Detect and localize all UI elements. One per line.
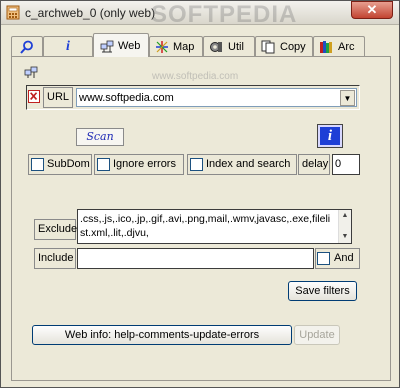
tab-copy[interactable]: Copy — [255, 36, 313, 56]
tab-map[interactable]: Map — [149, 36, 203, 56]
and-label: And — [334, 252, 354, 264]
tab-copy-label: Copy — [280, 41, 306, 53]
app-window: c_archweb_0 (only web) SOFTPEDIA ✕ i Web — [0, 0, 400, 388]
search-icon — [20, 40, 33, 54]
panel-watermark: www.softpedia.com — [152, 71, 239, 82]
clear-url-icon[interactable] — [28, 90, 40, 103]
save-filters-button[interactable]: Save filters — [288, 281, 357, 301]
delay-label: delay — [298, 154, 330, 175]
scroll-up-icon[interactable]: ▲ — [339, 210, 351, 222]
delay-value: 0 — [335, 158, 342, 170]
info-button[interactable]: i — [317, 124, 343, 148]
util-icon — [210, 42, 222, 52]
tab-util[interactable]: Util — [203, 36, 255, 56]
close-button[interactable]: ✕ — [351, 1, 393, 19]
tab-web-label: Web — [118, 40, 141, 52]
subdom-checkbox[interactable] — [31, 158, 44, 171]
update-button[interactable]: Update — [294, 325, 340, 345]
title-bar[interactable]: c_archweb_0 (only web) SOFTPEDIA ✕ — [1, 1, 399, 28]
archive-books-icon — [320, 41, 332, 53]
info-icon: i — [327, 128, 333, 144]
subdom-label: SubDom — [47, 158, 90, 170]
exclude-value: .css,.js,.ico,.jp,.gif,.avi,.png,mail,.w… — [80, 213, 331, 239]
map-icon — [156, 41, 168, 53]
include-label: Include — [34, 248, 76, 269]
url-label: URL — [43, 87, 73, 108]
index-search-option[interactable]: Index and search — [187, 154, 297, 175]
index-search-checkbox[interactable] — [190, 158, 203, 171]
scan-button[interactable]: Scan — [76, 128, 124, 146]
exclude-label: Exclude — [34, 219, 77, 240]
close-icon: ✕ — [366, 2, 378, 17]
delay-input[interactable]: 0 — [332, 154, 360, 175]
scan-button-label: Scan — [86, 130, 114, 143]
save-filters-label: Save filters — [295, 285, 350, 297]
close-icon — [30, 92, 38, 100]
web-icon — [100, 40, 114, 53]
web-info-button[interactable]: Web info: help-comments-update-errors — [32, 325, 292, 345]
ignore-errors-label: Ignore errors — [113, 158, 176, 170]
ignore-errors-checkbox[interactable] — [97, 158, 110, 171]
tab-map-label: Map — [173, 41, 195, 53]
web-icon — [24, 66, 38, 78]
url-combobox[interactable]: www.softpedia.com ▼ — [76, 88, 357, 107]
window-title: c_archweb_0 (only web) — [25, 6, 156, 20]
web-info-label: Web info: help-comments-update-errors — [64, 329, 260, 341]
tab-web[interactable]: Web — [93, 33, 149, 57]
tab-arc[interactable]: Arc — [313, 36, 365, 56]
app-icon — [6, 5, 20, 20]
chevron-down-icon[interactable]: ▼ — [340, 90, 355, 106]
scroll-down-icon[interactable]: ▼ — [339, 231, 351, 243]
exclude-scrollbar[interactable]: ▲ ▼ — [338, 210, 351, 243]
tab-bar: i Web Map Util Copy Arc — [11, 33, 391, 57]
watermark: SOFTPEDIA — [151, 1, 298, 28]
copy-icon — [261, 40, 275, 54]
tab-search[interactable] — [11, 36, 43, 56]
update-label: Update — [299, 329, 335, 341]
url-value: www.softpedia.com — [79, 92, 174, 104]
and-checkbox[interactable] — [317, 252, 330, 265]
tab-arc-label: Arc — [338, 41, 355, 53]
index-search-label: Index and search — [206, 158, 291, 170]
tab-util-label: Util — [228, 41, 244, 53]
exclude-textarea[interactable]: .css,.js,.ico,.jp,.gif,.avi,.png,mail,.w… — [77, 209, 352, 244]
web-panel: www.softpedia.com URL www.softpedia.com … — [11, 56, 391, 381]
tab-info[interactable]: i — [43, 36, 93, 56]
include-input[interactable] — [77, 248, 314, 269]
info-icon: i — [66, 39, 70, 54]
